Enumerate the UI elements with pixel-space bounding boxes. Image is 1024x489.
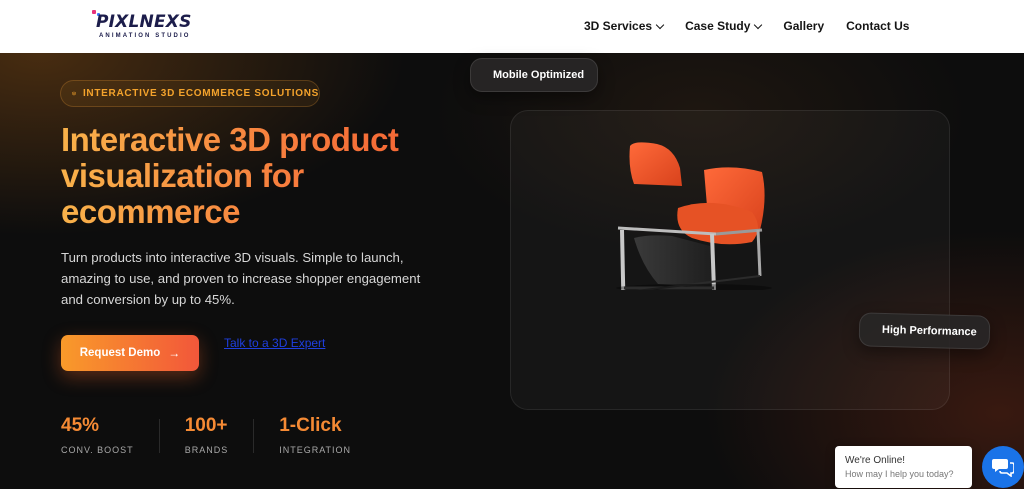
- nav-item-label: Contact Us: [846, 19, 910, 33]
- hero-description: Turn products into interactive 3D visual…: [61, 247, 441, 310]
- top-navbar: PIXLNEXS ANIMATION STUDIO 3D Services Ca…: [0, 0, 1024, 53]
- nav-item-3d-services[interactable]: 3D Services: [584, 19, 665, 33]
- pill-label: Mobile Optimized: [493, 69, 585, 81]
- high-performance-pill: High Performance: [858, 312, 991, 350]
- nav-item-contact-us[interactable]: Contact Us: [846, 19, 909, 33]
- nav-item-gallery[interactable]: Gallery: [783, 19, 824, 33]
- nav-item-label: Case Study: [685, 19, 751, 33]
- talk-to-expert-link[interactable]: Talk to a 3D Expert: [224, 336, 325, 350]
- nav-item-label: 3D Services: [584, 19, 653, 33]
- request-demo-button[interactable]: Request Demo →: [61, 335, 199, 371]
- arrow-right-icon: →: [168, 346, 181, 360]
- pill-label: High Performance: [881, 323, 977, 339]
- mobile-optimized-pill: Mobile Optimized: [470, 58, 598, 92]
- nav-item-case-study[interactable]: Case Study: [685, 19, 763, 33]
- solutions-badge: INTERACTIVE 3D ECOMMERCE SOLUTIONS: [60, 80, 320, 107]
- stat-label: CONV. BOOST: [61, 445, 134, 455]
- headline-line-2: visualization for: [61, 157, 304, 194]
- logo-tagline: ANIMATION STUDIO: [99, 33, 191, 39]
- stat-brands: 100+ BRANDS: [185, 415, 229, 459]
- chevron-down-icon: [754, 20, 763, 29]
- headline-line-1: Interactive 3D product: [61, 121, 399, 158]
- nav-item-label: Gallery: [783, 19, 825, 33]
- description-line: Turn products into interactive 3D visual…: [61, 250, 404, 265]
- stat-divider: [158, 419, 160, 453]
- stat-value: 1-Click: [279, 415, 342, 436]
- stat-label: BRANDS: [184, 445, 229, 455]
- stats-row: 45% CONV. BOOST 100+ BRANDS 1-Click INTE…: [61, 415, 351, 459]
- chat-greeting-bubble[interactable]: We're Online! How may I help you today?: [835, 446, 972, 488]
- cube-icon: [72, 91, 76, 96]
- chat-bubbles-icon: [992, 459, 1014, 477]
- nav-menu: 3D Services Case Study Gallery Contact U…: [584, 19, 931, 33]
- chevron-down-icon: [655, 20, 665, 29]
- headline-line-3: ecommerce: [61, 193, 240, 230]
- chat-greeting-title: We're Online!: [845, 455, 906, 466]
- stat-value: 45%: [61, 415, 100, 436]
- stat-label: INTEGRATION: [279, 445, 352, 455]
- chat-launcher-button[interactable]: [982, 446, 1024, 488]
- badge-text: INTERACTIVE 3D ECOMMERCE SOLUTIONS: [82, 88, 319, 99]
- hero-section: INTERACTIVE 3D ECOMMERCE SOLUTIONS Inter…: [0, 53, 1024, 489]
- request-demo-label: Request Demo: [79, 347, 161, 359]
- logo-wordmark: PIXLNEXS: [96, 12, 192, 32]
- hero-headline: Interactive 3D product visualization for…: [61, 122, 481, 230]
- stat-value: 100+: [184, 415, 228, 436]
- description-line: and conversion by up to 45%.: [61, 292, 235, 307]
- chat-greeting-subtitle: How may I help you today?: [845, 469, 954, 479]
- stat-divider: [253, 419, 255, 453]
- stat-conv-boost: 45% CONV. BOOST: [61, 415, 134, 459]
- brand-logo[interactable]: PIXLNEXS ANIMATION STUDIO: [92, 10, 202, 44]
- armchair-3d-model[interactable]: [612, 138, 777, 290]
- stat-integration: 1-Click INTEGRATION: [279, 415, 351, 459]
- description-line: amazing to use, and proven to increase s…: [61, 271, 421, 286]
